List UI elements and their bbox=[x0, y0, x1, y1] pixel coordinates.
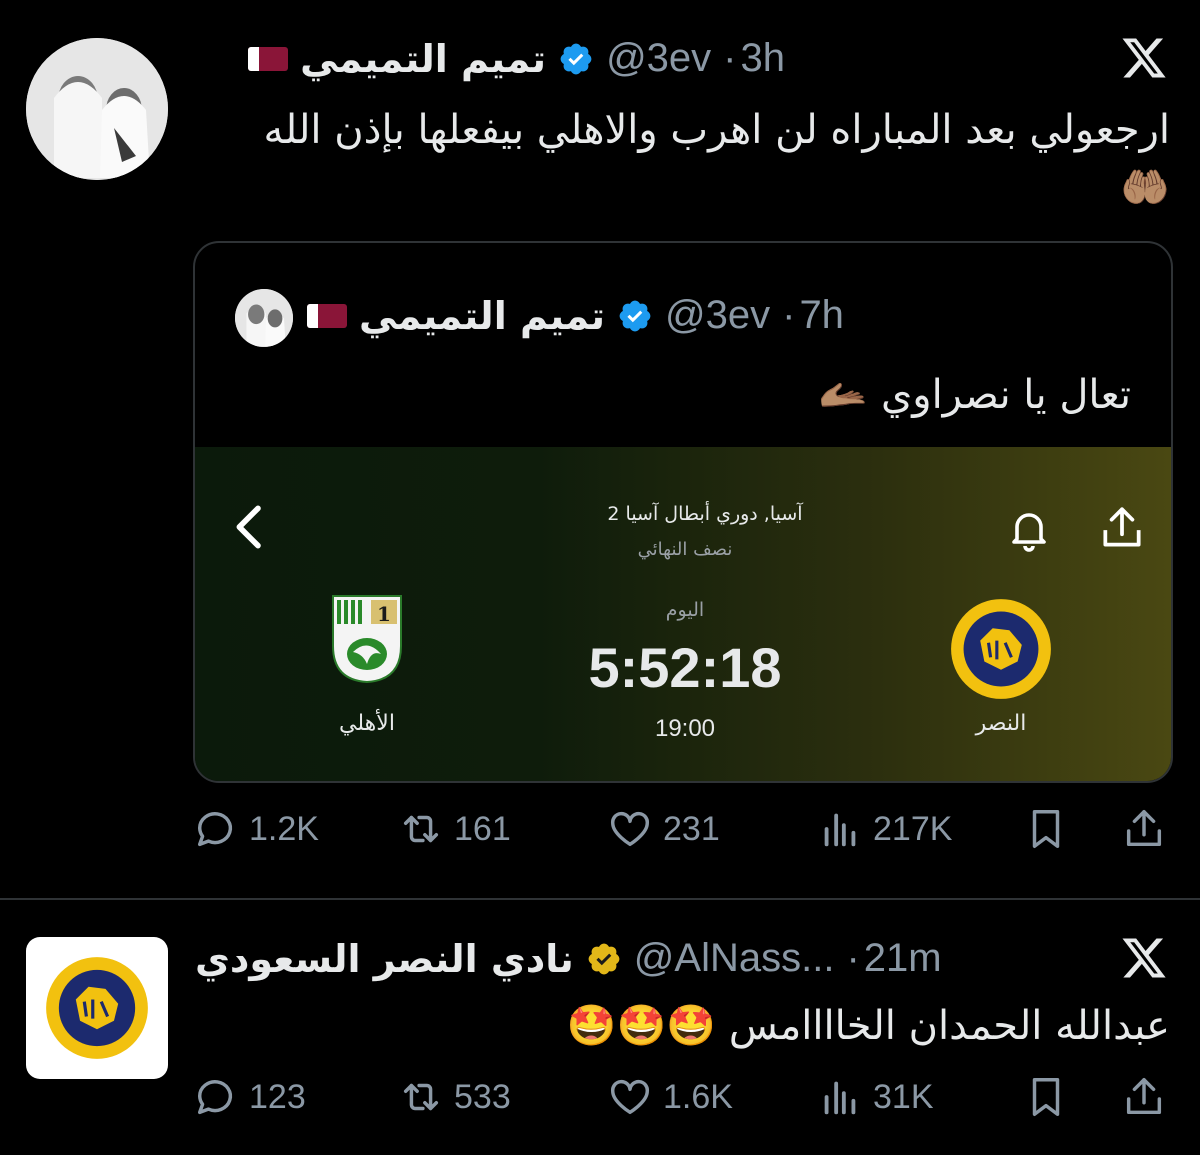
views-count: 31K bbox=[873, 1077, 934, 1116]
quote-display-name[interactable]: تميم التميمي bbox=[359, 294, 605, 338]
svg-text:1: 1 bbox=[377, 602, 391, 626]
display-name[interactable]: تميم التميمي bbox=[300, 37, 546, 81]
reply-button[interactable]: 123 bbox=[193, 1074, 306, 1120]
like-button[interactable]: 231 bbox=[607, 806, 720, 852]
quoted-tweet[interactable]: تميم التميمي @3ev · 7h تعال يا نصراوي 🫴🏽 bbox=[193, 241, 1173, 783]
reply-icon bbox=[197, 812, 233, 847]
bookmark-button[interactable] bbox=[1023, 1074, 1069, 1120]
handle[interactable]: @3ev bbox=[606, 36, 711, 81]
back-chevron-icon[interactable] bbox=[223, 499, 279, 555]
avatar[interactable] bbox=[26, 937, 168, 1079]
views-icon bbox=[824, 813, 856, 847]
share-icon bbox=[1126, 1078, 1162, 1115]
quote-avatar[interactable] bbox=[235, 289, 293, 347]
day-label: اليوم bbox=[665, 599, 705, 621]
views-count: 217K bbox=[873, 809, 953, 848]
reply-count: 123 bbox=[249, 1077, 306, 1116]
tweet[interactable]: نادي النصر السعودي @AlNass... · 21m عبدا… bbox=[0, 900, 1200, 1155]
x-logo-icon[interactable] bbox=[1120, 34, 1168, 82]
al-nassr-crest-icon bbox=[951, 599, 1051, 699]
away-team-name: الأهلي bbox=[339, 711, 395, 736]
qatar-flag-icon bbox=[248, 46, 289, 71]
display-name[interactable]: نادي النصر السعودي bbox=[195, 937, 574, 981]
repost-button[interactable]: 161 bbox=[398, 806, 511, 852]
qatar-flag-icon bbox=[307, 303, 347, 328]
tweet-header: تميم التميمي @3ev · 3h bbox=[248, 36, 785, 81]
bell-icon[interactable] bbox=[1005, 505, 1053, 553]
tweet[interactable]: تميم التميمي @3ev · 3h ارجعولي بعد المبا… bbox=[0, 0, 1200, 898]
tweet-text: عبدالله الحمدان الخاااامس 🤩🤩🤩 bbox=[566, 1003, 1170, 1049]
like-count: 1.6K bbox=[663, 1077, 733, 1116]
share-button[interactable] bbox=[1121, 806, 1167, 852]
reply-icon bbox=[197, 1080, 233, 1115]
views-icon bbox=[824, 1081, 856, 1115]
repost-count: 533 bbox=[454, 1077, 511, 1116]
bookmark-button[interactable] bbox=[1023, 806, 1069, 852]
reply-button[interactable]: 1.2K bbox=[193, 806, 319, 852]
al-ahli-crest-icon: 1 bbox=[332, 595, 402, 684]
verified-badge-icon[interactable] bbox=[558, 41, 594, 77]
countdown-timer: 5:52:18 bbox=[588, 636, 782, 699]
handle[interactable]: @AlNass... bbox=[634, 936, 835, 981]
share-button[interactable] bbox=[1121, 1074, 1167, 1120]
repost-icon bbox=[403, 1083, 439, 1111]
like-count: 231 bbox=[663, 809, 720, 848]
views-button[interactable]: 217K bbox=[817, 806, 952, 852]
views-button[interactable]: 31K bbox=[817, 1074, 934, 1120]
repost-count: 161 bbox=[454, 809, 511, 848]
home-team-name: النصر bbox=[975, 711, 1027, 736]
quote-header: تميم التميمي @3ev · 7h bbox=[307, 293, 844, 338]
quote-timestamp: 7h bbox=[799, 293, 844, 337]
separator-dot: · bbox=[723, 36, 737, 80]
share-icon[interactable] bbox=[1097, 503, 1147, 553]
al-nassr-crest-icon bbox=[46, 957, 148, 1059]
separator-dot: · bbox=[782, 293, 796, 337]
timestamp[interactable]: 3h bbox=[741, 36, 786, 81]
verified-badge-icon bbox=[619, 300, 651, 331]
share-icon bbox=[1126, 810, 1162, 847]
like-button[interactable]: 1.6K bbox=[607, 1074, 733, 1120]
match-card-image[interactable]: آسيا, دوري أبطال آسيا 2 نصف النهائي اليو… bbox=[195, 447, 1171, 781]
separator-dot: · bbox=[846, 936, 860, 980]
x-logo-icon[interactable] bbox=[1120, 934, 1168, 982]
quote-handle: @3ev bbox=[665, 293, 771, 337]
action-bar: 123 533 1.6K 31K bbox=[193, 1074, 1173, 1134]
timestamp[interactable]: 21m bbox=[864, 936, 942, 981]
avatar[interactable] bbox=[26, 38, 168, 180]
match-stage: نصف النهائي bbox=[637, 539, 733, 560]
tweet-header: نادي النصر السعودي @AlNass... · 21m bbox=[195, 936, 942, 981]
tweet-text: ارجعولي بعد المباراه لن اهرب والاهلي بيف… bbox=[263, 107, 1170, 153]
avatar-photo bbox=[235, 289, 293, 347]
bookmark-icon bbox=[1032, 1078, 1060, 1116]
quote-text: تعال يا نصراوي 🫴🏽 bbox=[818, 372, 1131, 418]
repost-icon bbox=[403, 815, 439, 843]
repost-button[interactable]: 533 bbox=[398, 1074, 511, 1120]
reply-count: 1.2K bbox=[249, 809, 319, 848]
like-icon bbox=[611, 1079, 649, 1115]
bookmark-icon bbox=[1032, 810, 1060, 848]
verified-badge-icon[interactable] bbox=[586, 941, 622, 977]
avatar-photo bbox=[26, 38, 168, 180]
like-icon bbox=[611, 811, 649, 847]
tweet-text-emoji: 🤲🏽 bbox=[1120, 165, 1170, 211]
action-bar: 1.2K 161 231 217K bbox=[193, 806, 1173, 866]
competition-name: آسيا, دوري أبطال آسيا 2 bbox=[607, 503, 803, 525]
kickoff-time: 19:00 bbox=[654, 715, 716, 742]
